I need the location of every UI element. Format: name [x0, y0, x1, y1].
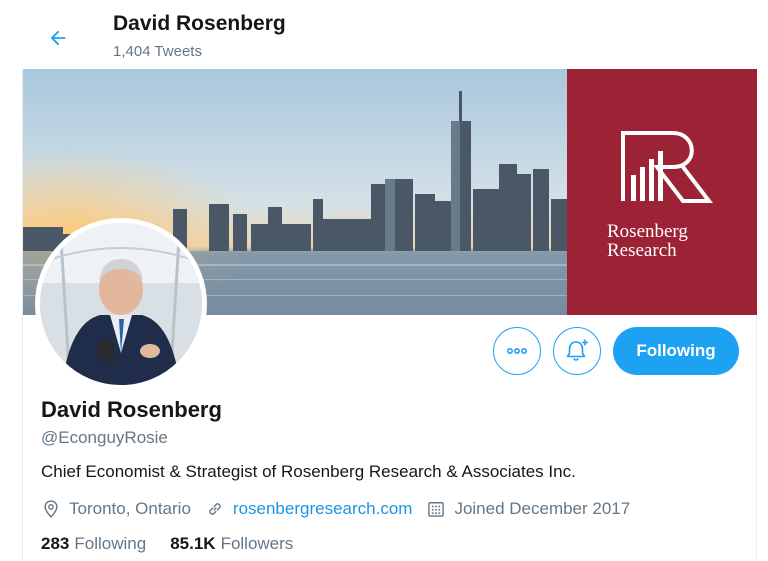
- brand-name: Rosenberg Research: [607, 222, 688, 260]
- arrow-left-icon: [50, 30, 66, 46]
- avatar-photo: [40, 223, 202, 385]
- notifications-button[interactable]: [553, 327, 601, 375]
- back-button[interactable]: [40, 20, 76, 56]
- following-stat[interactable]: 283 Following: [41, 534, 146, 554]
- location-text: Toronto, Ontario: [69, 499, 191, 518]
- followers-label: Followers: [220, 534, 294, 553]
- join-date: Joined December 2017: [426, 499, 630, 519]
- link-icon: [209, 503, 221, 515]
- profile-handle: @EconguyRosie: [41, 428, 168, 447]
- tweet-count: 1,404 Tweets: [113, 43, 202, 60]
- follow-stats: 283 Following 85.1K Followers: [41, 534, 317, 554]
- followers-count: 85.1K: [170, 534, 216, 553]
- following-count: 283: [41, 534, 70, 553]
- website[interactable]: rosenbergresearch.com: [205, 499, 413, 519]
- calendar-icon: [428, 502, 445, 517]
- brand-line-2: Research: [607, 240, 677, 261]
- profile-meta: Toronto, Ontario rosenbergresearch.com J…: [41, 497, 644, 521]
- profile-avatar[interactable]: [35, 218, 207, 390]
- brand-line-1: Rosenberg: [607, 221, 688, 242]
- header-title: David Rosenberg: [113, 12, 286, 35]
- following-button[interactable]: Following: [613, 327, 739, 375]
- joined-text: Joined December 2017: [454, 499, 631, 518]
- profile-name: David Rosenberg: [41, 397, 222, 422]
- more-dots-icon: [506, 348, 527, 355]
- profile-bio: Chief Economist & Strategist of Rosenber…: [41, 462, 576, 481]
- followers-stat[interactable]: 85.1K Followers: [170, 534, 293, 554]
- bell-plus-icon: [566, 339, 588, 361]
- following-label: Following: [74, 534, 147, 553]
- rosenberg-research-logo: [621, 131, 713, 203]
- website-link[interactable]: rosenbergresearch.com: [233, 499, 413, 519]
- location: Toronto, Ontario: [41, 499, 191, 519]
- banner-brand-panel: Rosenberg Research: [567, 69, 757, 315]
- location-pin-icon: [44, 500, 58, 518]
- more-options-button[interactable]: [493, 327, 541, 375]
